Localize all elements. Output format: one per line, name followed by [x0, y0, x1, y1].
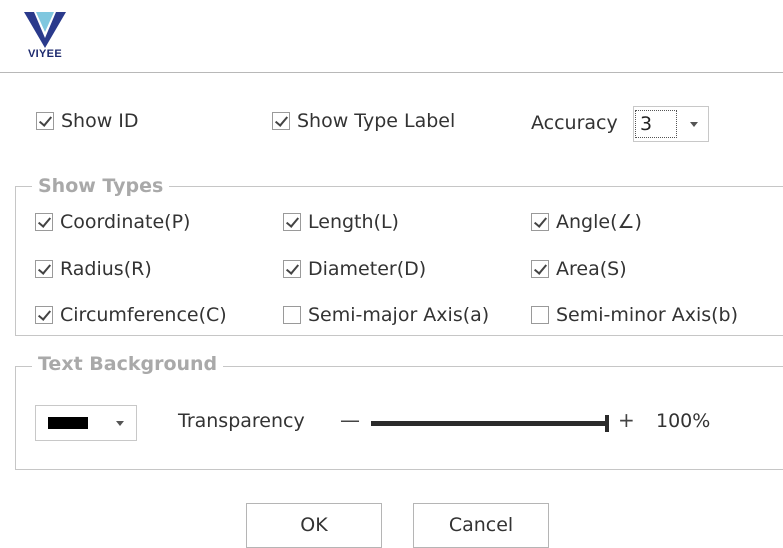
show-id-check-icon[interactable]	[36, 112, 54, 130]
transparency-slider-fill	[371, 421, 607, 426]
transparency-label: Transparency	[178, 410, 305, 432]
accuracy-select[interactable]: 3	[633, 106, 709, 142]
type-radius-label: Radius(R)	[60, 258, 152, 280]
show-type-label-checkbox[interactable]: Show Type Label	[272, 110, 455, 132]
accuracy-label: Accuracy	[531, 112, 618, 134]
viyee-logo: VIYEE	[22, 10, 68, 64]
show-type-label-label: Show Type Label	[297, 110, 456, 132]
logo-text: VIYEE	[28, 48, 62, 60]
type-length-label: Length(L)	[308, 211, 399, 233]
increase-transparency-button[interactable]: +	[618, 408, 635, 432]
type-semi-minor-axis-checkbox[interactable]: Semi-minor Axis(b)	[531, 304, 738, 326]
angle-check-icon[interactable]	[531, 213, 549, 231]
show-type-label-check-icon[interactable]	[272, 112, 290, 130]
type-area-checkbox[interactable]: Area(S)	[531, 258, 627, 280]
type-diameter-label: Diameter(D)	[308, 258, 427, 280]
show-id-label: Show ID	[61, 110, 139, 132]
type-coordinate-checkbox[interactable]: Coordinate(P)	[35, 211, 190, 233]
color-swatch	[48, 417, 88, 429]
type-diameter-checkbox[interactable]: Diameter(D)	[283, 258, 426, 280]
type-area-label: Area(S)	[556, 258, 627, 280]
circumference-check-icon[interactable]	[35, 306, 53, 324]
diameter-check-icon[interactable]	[283, 260, 301, 278]
type-length-checkbox[interactable]: Length(L)	[283, 211, 399, 233]
cancel-button[interactable]: Cancel	[413, 503, 549, 548]
semi-minor-axis-check-icon[interactable]	[531, 306, 549, 324]
show-id-checkbox[interactable]: Show ID	[36, 110, 139, 132]
ok-button[interactable]: OK	[246, 503, 382, 548]
type-circumference-checkbox[interactable]: Circumference(C)	[35, 304, 227, 326]
semi-major-axis-check-icon[interactable]	[283, 306, 301, 324]
type-semi-major-axis-checkbox[interactable]: Semi-major Axis(a)	[283, 304, 489, 326]
transparency-slider-thumb[interactable]	[605, 415, 609, 432]
text-background-title: Text Background	[32, 353, 224, 375]
area-check-icon[interactable]	[531, 260, 549, 278]
transparency-slider[interactable]	[371, 415, 609, 432]
type-angle-checkbox[interactable]: Angle(∠)	[531, 211, 642, 233]
radius-check-icon[interactable]	[35, 260, 53, 278]
background-color-select[interactable]	[35, 405, 137, 441]
type-radius-checkbox[interactable]: Radius(R)	[35, 258, 152, 280]
coordinate-check-icon[interactable]	[35, 213, 53, 231]
transparency-value: 100%	[656, 410, 711, 432]
type-coordinate-label: Coordinate(P)	[60, 211, 191, 233]
decrease-transparency-button[interactable]: —	[340, 408, 360, 432]
show-types-title: Show Types	[32, 175, 170, 197]
type-semi-minor-axis-label: Semi-minor Axis(b)	[556, 304, 739, 326]
type-angle-label: Angle(∠)	[556, 211, 642, 233]
header-divider	[0, 72, 783, 73]
logo-mark-icon	[24, 12, 66, 48]
type-circumference-label: Circumference(C)	[60, 304, 227, 326]
accuracy-value: 3	[635, 110, 677, 138]
chevron-down-icon[interactable]	[690, 122, 698, 127]
length-check-icon[interactable]	[283, 213, 301, 231]
type-semi-major-axis-label: Semi-major Axis(a)	[308, 304, 490, 326]
chevron-down-icon[interactable]	[116, 421, 124, 426]
